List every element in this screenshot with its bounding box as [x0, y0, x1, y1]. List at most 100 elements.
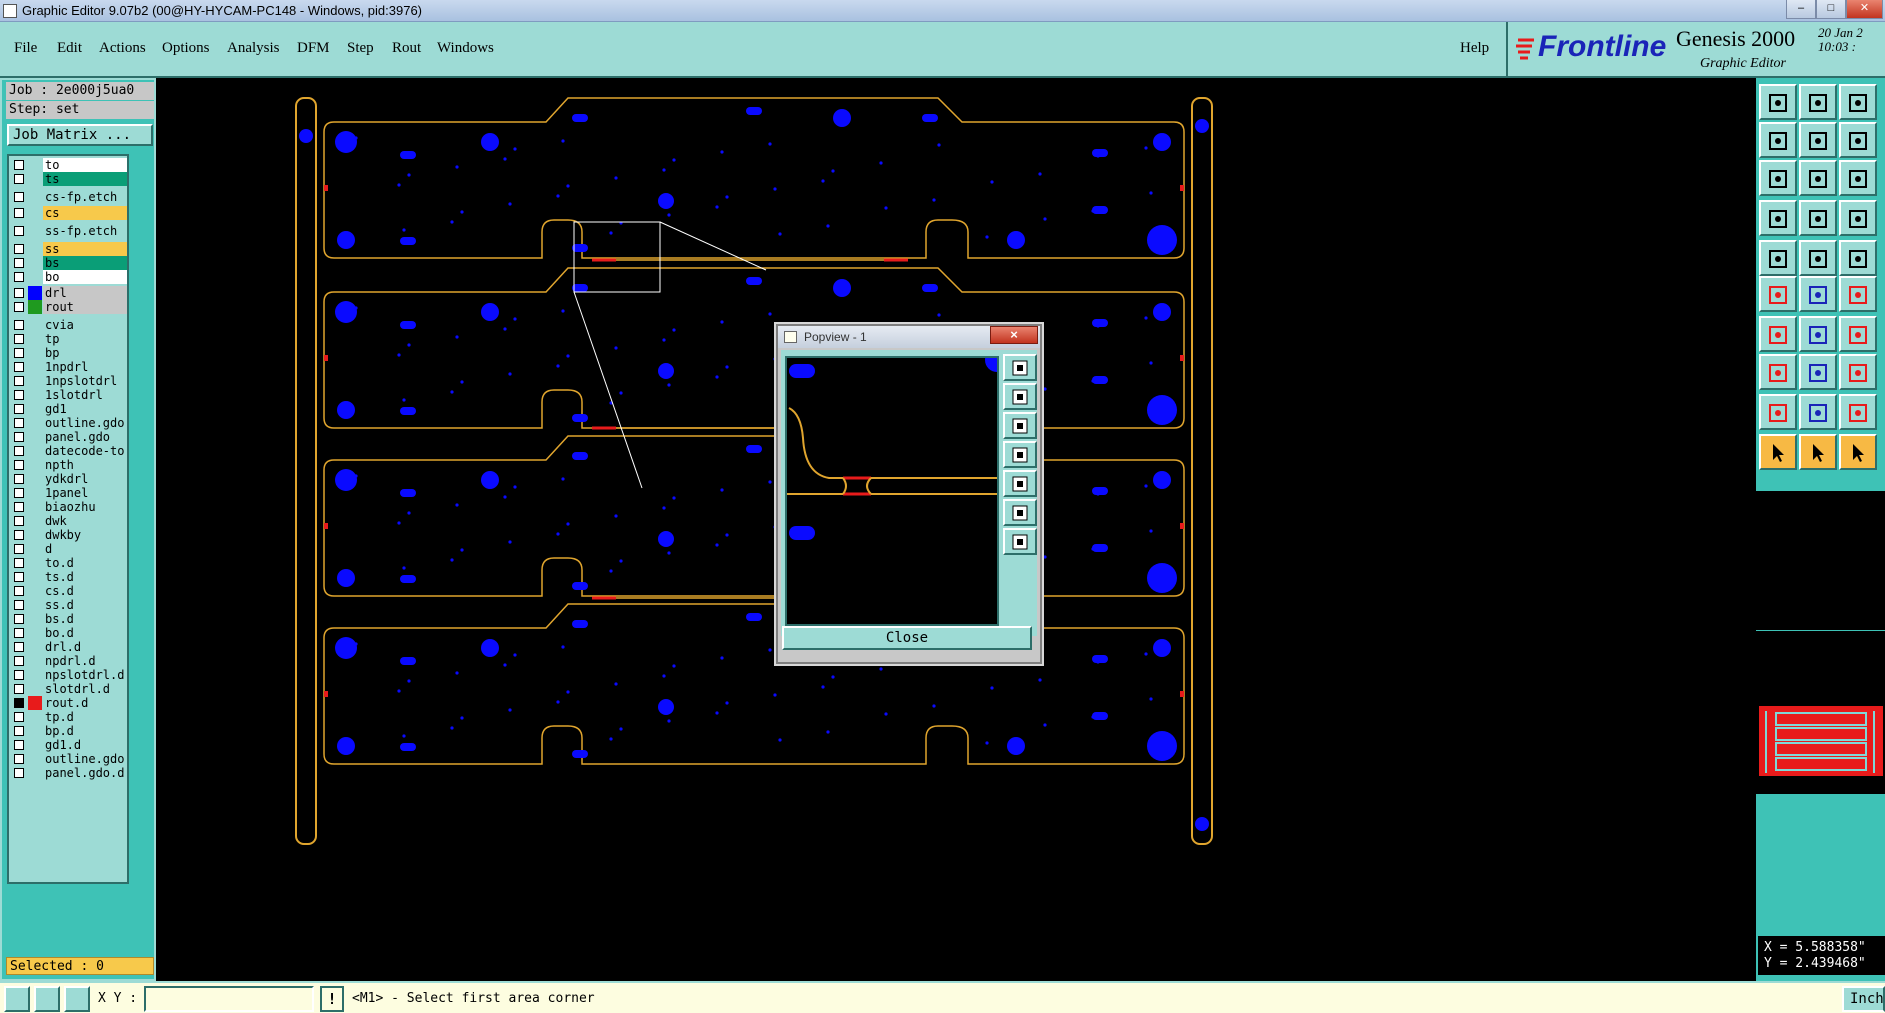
- layer-color-swatch[interactable]: [28, 374, 42, 388]
- layer-color-swatch[interactable]: [28, 752, 42, 766]
- cross-pt-button[interactable]: [1759, 354, 1797, 390]
- tri-tool-2-button[interactable]: [1799, 394, 1837, 430]
- blue-slash-button[interactable]: [1799, 316, 1837, 352]
- layer-checkbox[interactable]: [14, 698, 24, 708]
- layer-color-swatch[interactable]: [28, 556, 42, 570]
- layer-color-swatch[interactable]: [28, 724, 42, 738]
- layer-name[interactable]: npdrl.d: [43, 654, 127, 668]
- zoom-window-button[interactable]: [1759, 160, 1797, 196]
- layer-color-swatch[interactable]: [28, 430, 42, 444]
- layer-name[interactable]: tp: [43, 332, 127, 346]
- layer-color-swatch[interactable]: [28, 270, 42, 284]
- layer-checkbox[interactable]: [14, 192, 24, 202]
- layer-checkbox[interactable]: [14, 244, 24, 254]
- layer-checkbox[interactable]: [14, 684, 24, 694]
- ruler-button[interactable]: [1839, 240, 1877, 276]
- menu-analysis[interactable]: Analysis: [227, 40, 280, 57]
- layer-checkbox[interactable]: [14, 320, 24, 330]
- popview-close-x-button[interactable]: ×: [990, 326, 1038, 344]
- layer-color-swatch[interactable]: [28, 514, 42, 528]
- layer-checkbox[interactable]: [14, 656, 24, 666]
- layer-color-swatch[interactable]: [28, 172, 42, 186]
- minimize-button[interactable]: –: [1786, 0, 1816, 19]
- layer-name[interactable]: bp: [43, 346, 127, 360]
- maximize-button[interactable]: □: [1816, 0, 1846, 19]
- layer-color-swatch[interactable]: [28, 626, 42, 640]
- layer-color-swatch[interactable]: [28, 224, 42, 238]
- layer-color-swatch[interactable]: [28, 710, 42, 724]
- menu-rout[interactable]: Rout: [392, 40, 421, 57]
- layer-name[interactable]: gd1.d: [43, 738, 127, 752]
- layer-color-swatch[interactable]: [28, 612, 42, 626]
- layer-checkbox[interactable]: [14, 558, 24, 568]
- layer-color-swatch[interactable]: [28, 318, 42, 332]
- layer-checkbox[interactable]: [14, 418, 24, 428]
- layer-checkbox[interactable]: [14, 226, 24, 236]
- layer-checkbox[interactable]: [14, 768, 24, 778]
- layer-row[interactable]: dwkby: [11, 528, 129, 542]
- layer-color-swatch[interactable]: [28, 486, 42, 500]
- dim-tool-button[interactable]: [1839, 354, 1877, 390]
- layer-color-swatch[interactable]: [28, 388, 42, 402]
- layer-checkbox[interactable]: [14, 516, 24, 526]
- layer-checkbox[interactable]: [14, 614, 24, 624]
- layer-checkbox[interactable]: [14, 530, 24, 540]
- red-diag-button[interactable]: [1799, 240, 1837, 276]
- menu-edit[interactable]: Edit: [57, 40, 82, 57]
- menu-dfm[interactable]: DFM: [297, 40, 330, 57]
- layer-checkbox[interactable]: [14, 390, 24, 400]
- layer-row[interactable]: bs: [11, 256, 129, 270]
- layer-row[interactable]: bs.d: [11, 612, 129, 626]
- layer-color-swatch[interactable]: [28, 256, 42, 270]
- layer-color-swatch[interactable]: [28, 528, 42, 542]
- layer-checkbox[interactable]: [14, 712, 24, 722]
- layer-name[interactable]: bo.d: [43, 626, 127, 640]
- layer-color-swatch[interactable]: [28, 570, 42, 584]
- layer-checkbox[interactable]: [14, 502, 24, 512]
- warning-icon[interactable]: !: [320, 986, 344, 1012]
- layer-name[interactable]: bs.d: [43, 612, 127, 626]
- layer-name[interactable]: ts: [43, 172, 127, 186]
- layer-checkbox[interactable]: [14, 288, 24, 298]
- layer-row[interactable]: biaozhu: [11, 500, 129, 514]
- layer-color-swatch[interactable]: [28, 190, 42, 204]
- zoom-1to2-button[interactable]: [1839, 160, 1877, 196]
- layer-color-swatch[interactable]: [28, 346, 42, 360]
- layer-row[interactable]: bo: [11, 270, 129, 284]
- layer-row[interactable]: d: [11, 542, 129, 556]
- layer-checkbox[interactable]: [14, 362, 24, 372]
- layer-checkbox[interactable]: [14, 670, 24, 680]
- menu-step[interactable]: Step: [347, 40, 374, 57]
- mini-map[interactable]: [1756, 630, 1885, 795]
- layer-name[interactable]: dwk: [43, 514, 127, 528]
- layer-color-swatch[interactable]: [28, 738, 42, 752]
- popview-canvas[interactable]: [785, 348, 1009, 626]
- layer-color-swatch[interactable]: [28, 542, 42, 556]
- layer-checkbox[interactable]: [14, 334, 24, 344]
- layer-name[interactable]: gd1: [43, 402, 127, 416]
- layer-name[interactable]: bo: [43, 270, 127, 284]
- layer-row[interactable]: cs: [11, 206, 129, 220]
- layer-color-swatch[interactable]: [28, 206, 42, 220]
- pv-fit-button[interactable]: [1003, 499, 1037, 526]
- layer-checkbox[interactable]: [14, 600, 24, 610]
- layer-name[interactable]: panel.gdo.d: [43, 766, 127, 780]
- layer-name[interactable]: panel.gdo: [43, 430, 127, 444]
- layer-checkbox[interactable]: [14, 272, 24, 282]
- job-matrix-button[interactable]: Job Matrix ...: [7, 124, 153, 146]
- layer-row[interactable]: cvia: [11, 318, 129, 332]
- layer-checkbox[interactable]: [14, 174, 24, 184]
- layer-row[interactable]: rout.d: [11, 696, 129, 710]
- layer-row[interactable]: outline.gdo: [11, 752, 129, 766]
- layer-name[interactable]: cs: [43, 206, 127, 220]
- layer-row[interactable]: dwk: [11, 514, 129, 528]
- layer-color-swatch[interactable]: [28, 472, 42, 486]
- move-up-button[interactable]: [1759, 84, 1797, 120]
- layer-checkbox[interactable]: [14, 208, 24, 218]
- layer-name[interactable]: 1slotdrl: [43, 388, 127, 402]
- layer-row[interactable]: slotdrl.d: [11, 682, 129, 696]
- layer-name[interactable]: rout.d: [43, 696, 127, 710]
- layer-name[interactable]: bs: [43, 256, 127, 270]
- layer-checkbox[interactable]: [14, 446, 24, 456]
- menu-help[interactable]: Help: [1460, 40, 1489, 57]
